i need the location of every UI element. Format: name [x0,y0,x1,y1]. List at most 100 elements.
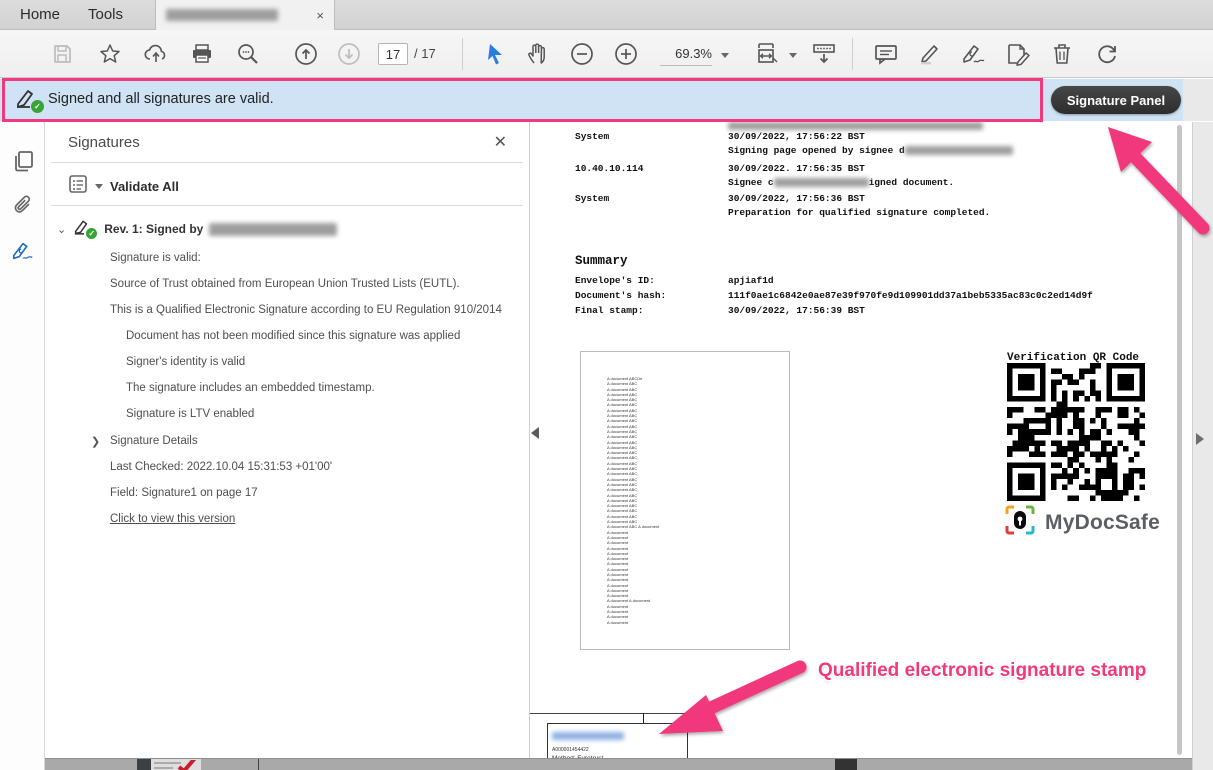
summary-value: 111f0ae1c6842e0ae87e39f970fe9d109901dd37… [728,289,1093,303]
fit-width-button[interactable] [752,40,780,68]
log-time: 30/09/2022, 17:56:36 BST [728,192,865,206]
fit-width-icon [751,40,781,68]
log-action: Signing page opened by signee d [728,144,1013,158]
stamp-id: A000001454422 [552,747,683,753]
tab-document[interactable]: × [155,0,335,30]
document-page[interactable]: System 30/09/2022, 17:56:22 BST Signing … [530,122,1185,758]
highlight-button[interactable] [916,40,944,68]
comment-icon [873,42,899,66]
search-icon [235,41,261,67]
collapse-panel-arrow[interactable] [531,427,539,439]
vertical-scrollbar[interactable] [1177,125,1182,755]
zoom-in-icon [613,41,639,67]
close-icon[interactable]: × [316,9,324,22]
share-button[interactable] [142,40,170,68]
document-title-redacted [166,9,278,21]
page-thumbnails-button[interactable] [9,150,36,177]
select-tool-button[interactable] [480,40,508,68]
next-page-button[interactable] [335,40,363,68]
attachments-button[interactable] [9,195,36,222]
log-source: System [575,130,609,144]
verification-qr-code [1007,363,1145,501]
signer-name-redacted [209,223,337,236]
rotate-pages-button[interactable] [1093,40,1121,68]
tab-bar: Home Tools × [0,0,1213,30]
comment-button[interactable] [872,40,900,68]
zoom-out-button[interactable] [568,40,596,68]
hand-icon [525,41,551,67]
paperclip-icon [11,194,35,223]
navigation-rail [0,122,45,770]
signatures-panel: Signatures ✕ Validate All ⌄ ✓ Rev. 1: Si… [45,122,530,758]
sign-pen-icon [10,238,36,269]
page-total-label: / 17 [414,43,436,65]
signature-details-toggle[interactable]: Signature Details [110,435,198,447]
detail-line: Signer's identity is valid [126,356,245,368]
fill-sign-button[interactable] [1004,40,1032,68]
background-fragment [137,759,151,770]
fit-dropdown[interactable] [786,48,800,62]
log-source: System [575,192,609,206]
chevron-down-icon [95,184,103,189]
right-panel-strip [1192,122,1213,770]
pages-icon [11,149,35,178]
save-button[interactable] [48,40,76,68]
trash-icon [1050,41,1074,67]
last-checked-label: Last Checked: 2022.10.04 15:31:53 +01'00… [110,461,332,473]
pink-highlight-box [2,78,1043,122]
redacted-log-line [728,122,983,130]
detail-line: Source of Trust obtained from European U… [110,278,460,290]
close-icon[interactable]: ✕ [494,132,507,152]
page-number-input[interactable]: 17 [378,43,408,65]
signature-revision-row[interactable]: ⌄ ✓ Rev. 1: Signed by [57,218,337,240]
search-button[interactable] [234,40,262,68]
chevron-expanded-icon[interactable]: ⌄ [57,223,66,236]
tab-tools[interactable]: Tools [76,0,135,30]
horizontal-scrollbar[interactable] [45,758,1192,770]
print-button[interactable] [188,40,216,68]
hand-tool-button[interactable] [524,40,552,68]
stamp-fragment [151,759,201,770]
zoom-in-button[interactable] [612,40,640,68]
summary-heading: Summary [575,252,628,270]
zoom-level-input[interactable]: 69.3% [660,43,712,66]
tab-home[interactable]: Home [8,0,72,30]
select-arrow-icon [483,42,505,66]
fit-page-button[interactable] [810,40,838,68]
log-time: 30/09/2022, 17:56:22 BST [728,130,865,144]
view-version-link[interactable]: Click to view this version [110,513,235,525]
qualified-signature-stamp: A000001454422 Method: Evrotrust [547,723,688,758]
signature-panel-button[interactable]: Signature Panel [1051,86,1181,114]
zoom-dropdown[interactable] [718,48,732,62]
banner-right-gap [1183,79,1213,121]
star-icon [98,42,122,66]
page-up-icon [293,41,319,67]
sign-button[interactable] [960,40,988,68]
signatures-panel-button[interactable] [9,240,36,267]
validate-all-button[interactable]: Validate All [68,174,179,199]
scrollbar-thumb[interactable] [835,759,857,770]
page-down-icon [336,41,362,67]
chevron-right-icon[interactable]: ❯ [91,435,100,448]
chevron-down-icon [721,53,729,58]
validate-all-label: Validate All [110,179,179,194]
star-button[interactable] [96,40,124,68]
background-line [258,759,259,770]
previous-page-button[interactable] [292,40,320,68]
annotation-text: Qualified electronic signature stamp [818,660,1146,682]
panel-title: Signatures [68,134,140,151]
summary-label: Document's hash: [575,289,666,303]
log-action: Preparation for qualified signature comp… [728,206,990,220]
signed-pen-icon: ✓ [72,218,98,240]
fill-sign-icon [1004,41,1032,67]
red-check-icon [179,760,196,770]
expand-right-panel-arrow[interactable] [1196,433,1204,445]
stamp-name-redacted [552,732,624,740]
highlighter-icon [917,41,943,67]
fit-page-icon [809,40,839,68]
sign-pen-icon [960,41,988,67]
summary-label: Envelope's ID: [575,274,655,288]
main-toolbar: 17 / 17 69.3% [0,30,1213,78]
delete-pages-button[interactable] [1048,40,1076,68]
log-time: 30/09/2022. 17:56:35 BST [728,162,865,176]
